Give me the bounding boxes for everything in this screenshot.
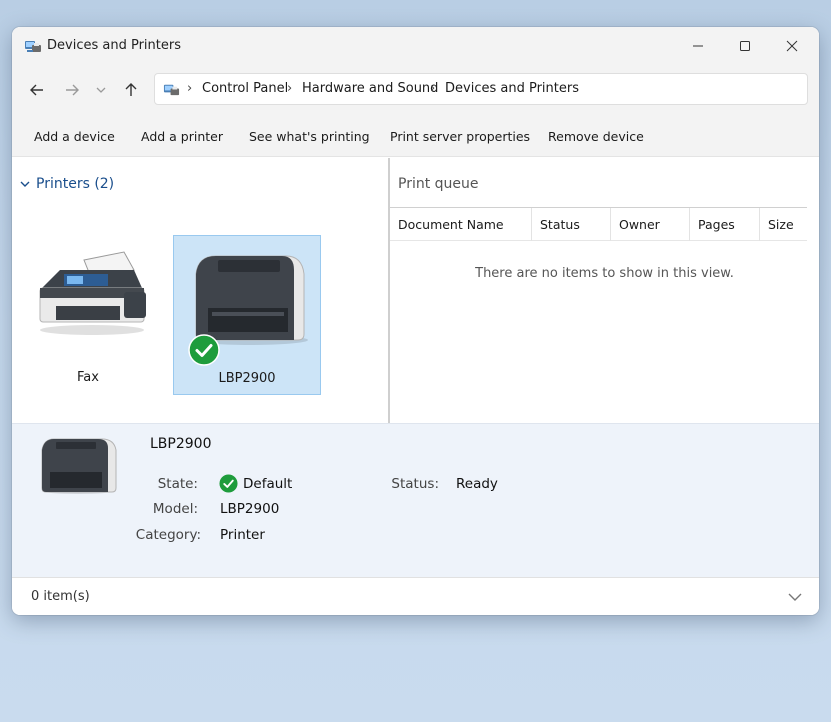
print-queue-empty-message: There are no items to show in this view. [475,266,734,281]
arrow-up-icon [125,83,137,96]
column-size[interactable]: Size [760,208,807,241]
minimize-button[interactable] [675,27,721,65]
printers-group-title: Printers (2) [36,176,115,192]
chevron-down-icon[interactable] [787,589,803,605]
recent-locations-button[interactable] [89,78,113,102]
address-bar[interactable]: › Control Panel › Hardware and Sound › D… [154,73,808,105]
navigation-bar: › Control Panel › Hardware and Sound › D… [12,65,819,115]
category-value: Printer [220,527,265,543]
add-device-button[interactable]: Add a device [34,129,115,144]
model-label: Model: [152,501,198,517]
status-label: Status: [391,476,439,492]
model-value: LBP2900 [220,501,280,517]
column-document-name[interactable]: Document Name [390,208,532,241]
command-bar: Add a device Add a printer See what's pr… [12,115,819,157]
remove-device-button[interactable]: Remove device [548,129,644,144]
breadcrumb-separator: › [187,81,193,96]
device-label: LBP2900 [218,371,276,386]
maximize-button[interactable] [722,27,768,65]
arrow-right-icon [66,84,79,96]
devices-printers-icon [25,41,41,52]
minimize-icon [693,45,703,47]
status-bar: 0 item(s) [12,577,819,615]
add-printer-button[interactable]: Add a printer [141,129,223,144]
back-button[interactable] [25,78,49,102]
print-queue-pane: Print queue Document Name Status Owner P… [390,158,819,423]
window-title: Devices and Printers [47,38,181,53]
title-bar: Devices and Printers [12,27,819,65]
device-label: Fax [77,370,99,385]
devices-pane: Printers (2) Fax LBP2900 [12,158,388,423]
printer-thumbnail-icon [41,438,117,494]
arrow-left-icon [30,84,43,96]
column-pages[interactable]: Pages [690,208,760,241]
maximize-icon [740,41,750,51]
device-name: LBP2900 [150,436,212,452]
item-count: 0 item(s) [31,589,90,604]
see-whats-printing-button[interactable]: See what's printing [249,129,370,144]
default-check-icon [188,334,220,366]
details-pane: LBP2900 State: Default Model: LBP2900 Ca… [12,423,819,577]
breadcrumb-separator: › [287,81,293,96]
print-server-properties-button[interactable]: Print server properties [390,129,530,144]
breadcrumb-hardware-and-sound[interactable]: Hardware and Sound [302,81,438,96]
chevron-down-icon [20,181,30,187]
print-queue-header: Document Name Status Owner Pages Size [390,207,807,241]
close-button[interactable] [769,27,815,65]
state-label: State: [157,476,198,492]
check-circle-icon [219,474,238,493]
print-queue-title: Print queue [398,176,479,192]
breadcrumb-devices-and-printers[interactable]: Devices and Printers [445,81,579,96]
category-label: Category: [135,527,201,543]
breadcrumb-separator: › [430,81,436,96]
state-value: Default [243,476,293,492]
device-lbp2900[interactable]: LBP2900 [173,235,321,395]
column-owner[interactable]: Owner [611,208,690,241]
close-icon [786,40,798,52]
column-status[interactable]: Status [532,208,611,241]
up-button[interactable] [119,78,143,102]
breadcrumb-control-panel[interactable]: Control Panel [202,81,288,96]
printers-group-header[interactable]: Printers (2) [20,176,114,192]
chevron-down-icon [96,87,106,93]
devices-and-printers-window: Devices and Printers › Control Panel › H… [12,27,819,615]
forward-button[interactable] [60,78,84,102]
status-value: Ready [456,476,498,492]
fax-icon [39,251,146,335]
device-fax[interactable]: Fax [14,234,162,394]
control-panel-icon [163,84,180,96]
